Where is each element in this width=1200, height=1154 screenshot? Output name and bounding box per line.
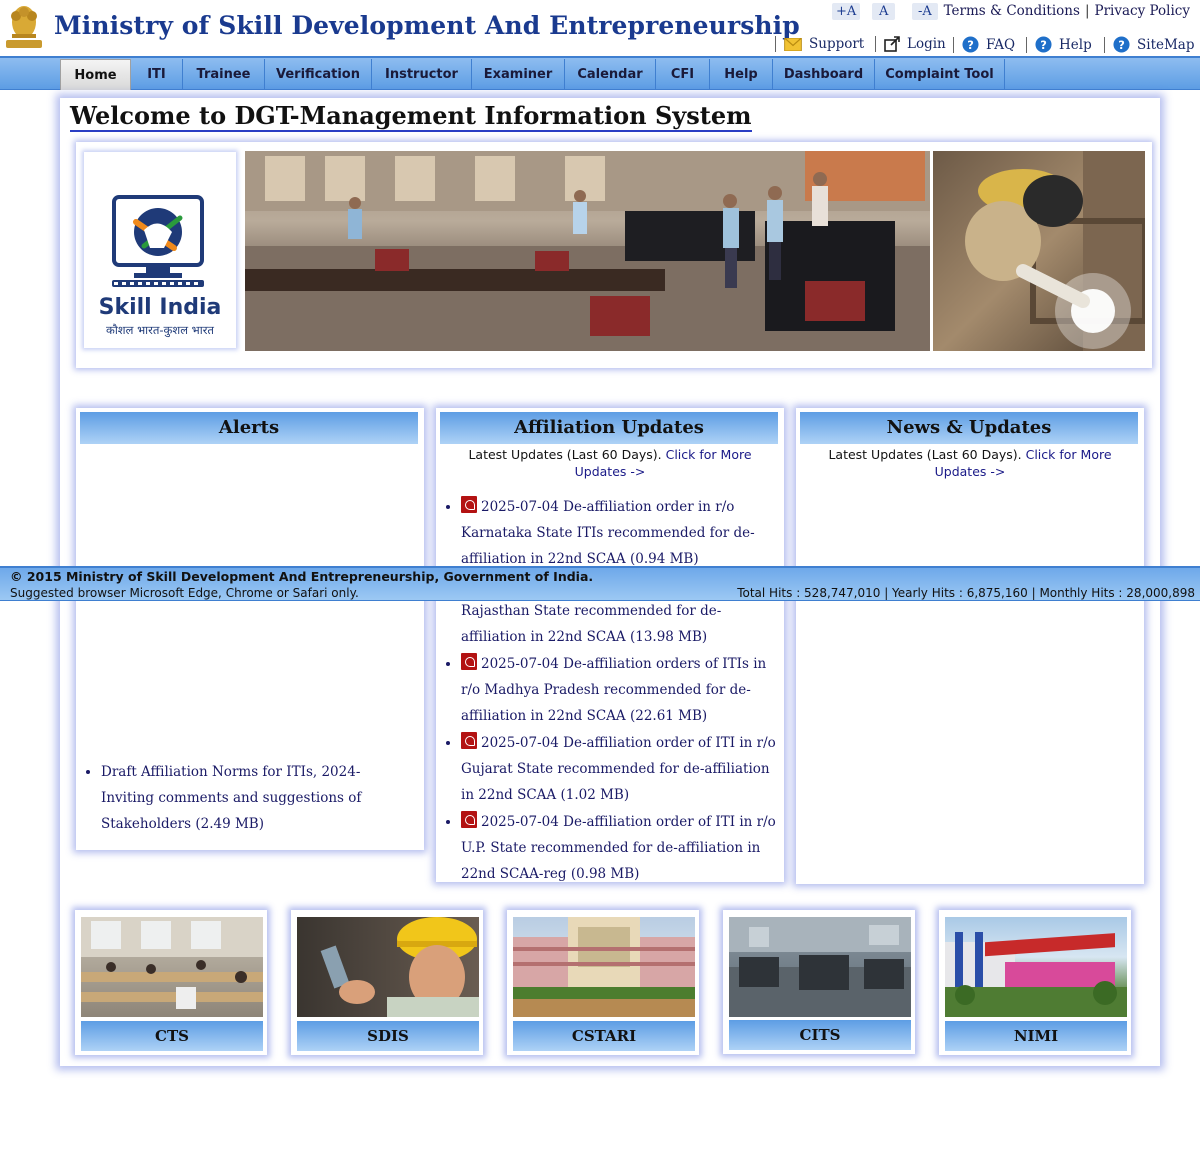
font-increase-button[interactable]: +A (832, 3, 861, 20)
tile-label: CTS (81, 1021, 263, 1051)
svg-text:?: ? (967, 38, 974, 52)
nav-cfi[interactable]: CFI (656, 59, 710, 90)
workshop-photo (245, 151, 930, 351)
nav-examiner[interactable]: Examiner (472, 59, 565, 90)
skill-india-name: Skill India (98, 295, 222, 320)
nav-complaint-tool[interactable]: Complaint Tool (875, 59, 1005, 90)
nav-iti[interactable]: ITI (131, 59, 183, 90)
alerts-heading: Alerts (80, 412, 418, 444)
top-links: Terms & Conditions | Privacy Policy (943, 3, 1191, 19)
cstari-image (513, 917, 695, 1017)
faq-link[interactable]: ? FAQ (953, 36, 1015, 53)
question-icon: ? (962, 36, 979, 53)
pdf-icon (461, 653, 477, 670)
page-title: Welcome to DGT-Management Information Sy… (70, 101, 752, 132)
affiliation-item[interactable]: 2025-07-04 De-affiliation order in r/o K… (461, 494, 779, 572)
external-link-icon (884, 36, 900, 52)
tile-nimi[interactable]: NIMI (939, 910, 1131, 1055)
main-nav: Home ITI Trainee Verification Instructor… (0, 56, 1200, 90)
news-panel: News & Updates Latest Updates (Last 60 D… (796, 408, 1144, 884)
font-decrease-button[interactable]: -A (912, 3, 938, 20)
tile-label: NIMI (945, 1021, 1127, 1051)
site-title: Ministry of Skill Development And Entrep… (54, 11, 800, 40)
login-link[interactable]: Login (875, 36, 946, 52)
pdf-icon (461, 732, 477, 749)
nav-home[interactable]: Home (60, 59, 131, 90)
cts-image (81, 917, 263, 1017)
national-emblem-icon (6, 6, 42, 48)
mail-icon (784, 37, 802, 51)
tile-label: CSTARI (513, 1021, 695, 1051)
pdf-icon (461, 496, 477, 513)
hit-counter: Total Hits : 528,747,010 | Yearly Hits :… (737, 586, 1195, 600)
tile-cstari[interactable]: CSTARI (507, 910, 699, 1055)
tile-cts[interactable]: CTS (75, 910, 267, 1055)
tile-label: CITS (729, 1020, 911, 1050)
welding-photo (933, 151, 1145, 351)
cits-image (729, 917, 911, 1017)
tile-label: SDIS (297, 1021, 479, 1051)
font-reset-button[interactable]: A (872, 3, 896, 20)
copyright: © 2015 Ministry of Skill Development And… (10, 569, 594, 584)
news-latest: Latest Updates (Last 60 Days). Click for… (828, 447, 1112, 479)
terms-link[interactable]: Terms & Conditions (944, 3, 1080, 19)
affiliation-panel: Affiliation Updates Latest Updates (Last… (436, 408, 784, 882)
affiliation-list: 2025-07-04 De-affiliation order in r/o K… (461, 494, 779, 882)
alerts-panel: Alerts Draft Affiliation Norms for ITIs,… (76, 408, 424, 850)
affiliation-item[interactable]: 2025-07-04 De-affiliation orders of ITIs… (461, 651, 779, 729)
support-link[interactable]: Support (775, 36, 864, 52)
site-header: Ministry of Skill Development And Entrep… (0, 0, 1200, 56)
affiliation-heading: Affiliation Updates (440, 412, 778, 444)
tile-cits[interactable]: CITS (723, 910, 915, 1054)
affiliation-item[interactable]: 2025-07-04 De-affiliation order of ITI i… (461, 730, 779, 808)
skill-india-tagline: कौशल भारत-कुशल भारत (106, 323, 214, 337)
skill-india-logo: Skill India कौशल भारत-कुशल भारत (84, 152, 236, 348)
question-icon: ? (1035, 36, 1052, 53)
help-link[interactable]: ? Help (1026, 36, 1092, 53)
nav-calendar[interactable]: Calendar (565, 59, 656, 90)
svg-text:?: ? (1118, 38, 1125, 52)
sdis-image (297, 917, 479, 1017)
privacy-link[interactable]: Privacy Policy (1095, 3, 1191, 19)
pdf-icon (461, 811, 477, 828)
nav-verification[interactable]: Verification (265, 59, 372, 90)
sitemap-link[interactable]: ? SiteMap (1104, 36, 1195, 53)
alerts-list: Draft Affiliation Norms for ITIs, 2024- … (101, 759, 406, 838)
question-icon: ? (1113, 36, 1130, 53)
nav-dashboard[interactable]: Dashboard (773, 59, 875, 90)
affiliation-item[interactable]: Rajasthan State recommended for de-affil… (461, 598, 779, 650)
nav-help[interactable]: Help (710, 59, 773, 90)
tile-sdis[interactable]: SDIS (291, 910, 483, 1055)
nav-instructor[interactable]: Instructor (372, 59, 472, 90)
nav-trainee[interactable]: Trainee (183, 59, 265, 90)
affiliation-item[interactable]: 2025-07-04 De-affiliation order of ITI i… (461, 809, 779, 882)
news-heading: News & Updates (800, 412, 1138, 444)
svg-text:?: ? (1040, 38, 1047, 52)
browser-note: Suggested browser Microsoft Edge, Chrome… (10, 586, 359, 600)
alert-item[interactable]: Draft Affiliation Norms for ITIs, 2024- … (101, 759, 406, 837)
nimi-image (945, 917, 1127, 1017)
affiliation-latest: Latest Updates (Last 60 Days). Click for… (468, 447, 752, 479)
footer: © 2015 Ministry of Skill Development And… (0, 566, 1200, 601)
